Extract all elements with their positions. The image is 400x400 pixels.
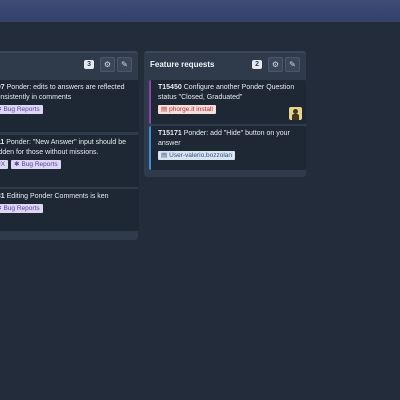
project-tag[interactable]: UX (0, 160, 9, 169)
tag-label: Bug Reports (3, 205, 40, 212)
column-settings-button[interactable]: ⚙ (100, 56, 115, 72)
tag-label: phorge.it install (169, 106, 213, 113)
column-count-badge: 2 (252, 59, 262, 69)
gear-icon: ⚙ (103, 59, 112, 69)
task-card[interactable]: 711 Ponder: "New Answer" input should be… (0, 135, 139, 187)
tag-list: ▤ User-valerio.bozzolan (158, 151, 302, 160)
column-header: 3 ⚙ ✎ (0, 53, 138, 75)
tag-label: UX (0, 161, 6, 168)
task-card[interactable]: T15171 Ponder: add "Hide" button on your… (149, 126, 306, 170)
task-card[interactable]: T15450 Configure another Ponder Question… (149, 80, 306, 124)
top-bar (0, 0, 400, 22)
task-id[interactable]: T15171 (158, 130, 182, 137)
workboard-column: 3 ⚙ ✎ 797 Ponder: edits to answers are r… (0, 51, 139, 240)
task-card[interactable]: 731 Editing Ponder Comments is ken ✱ Bug… (0, 189, 139, 231)
column-title: Feature requests (150, 59, 215, 69)
column-header: Feature requests 2 ⚙ ✎ (144, 53, 306, 75)
project-tag[interactable]: ▤ User-valerio.bozzolan (158, 151, 236, 160)
column-count-badge: 3 (84, 59, 94, 69)
tag-list: ▤ phorge.it install (158, 105, 302, 114)
project-tag[interactable]: ✱ Bug Reports (11, 160, 61, 169)
workboard-column: Feature requests 2 ⚙ ✎ T15450 Configure … (144, 51, 306, 177)
pencil-icon: ✎ (289, 59, 296, 69)
task-card[interactable]: 797 Ponder: edits to answers are reflect… (0, 80, 139, 132)
project-tag[interactable]: ✱ Bug Reports (0, 105, 43, 114)
pencil-icon: ✎ (121, 59, 128, 69)
tag-list: ✱ Bug Reports (0, 204, 135, 213)
tag-list: ✱ Bug Reports (0, 105, 135, 114)
gear-icon: ⚙ (271, 59, 280, 69)
bug-icon: ✱ (14, 161, 20, 168)
task-title[interactable]: Ponder: "New Answer" input should be hid… (0, 139, 126, 156)
assignee-avatar[interactable] (289, 107, 302, 120)
bug-icon: ✱ (0, 105, 1, 114)
task-title[interactable]: Editing Ponder Comments is ken (5, 193, 109, 200)
tag-label: Bug Reports (3, 106, 40, 113)
column-edit-button[interactable]: ✎ (285, 56, 300, 72)
briefcase-icon: ▤ (161, 152, 168, 159)
project-tag[interactable]: ▤ phorge.it install (158, 105, 216, 114)
avatar-body (292, 114, 299, 120)
column-edit-button[interactable]: ✎ (117, 56, 132, 72)
bug-icon: ✱ (0, 204, 1, 213)
tag-label: User-valerio.bozzolan (169, 152, 233, 159)
task-id[interactable]: T15450 (158, 84, 182, 91)
project-tag[interactable]: ✱ Bug Reports (0, 204, 43, 213)
briefcase-icon: ▤ (161, 106, 168, 113)
tag-label: Bug Reports (21, 161, 58, 168)
column-settings-button[interactable]: ⚙ (268, 56, 283, 72)
tag-list: UX ✱ Bug Reports (0, 160, 135, 169)
task-title[interactable]: Ponder: edits to answers are reflected c… (0, 84, 125, 101)
